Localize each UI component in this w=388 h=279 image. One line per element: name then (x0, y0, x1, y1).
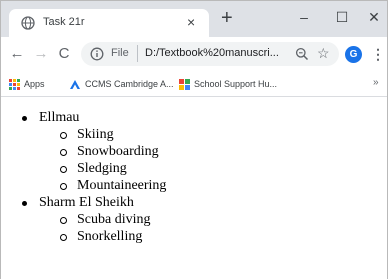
address-bar[interactable]: File D:/Textbook%20manuscri... ☆ (81, 42, 339, 66)
browser-tab[interactable]: Task 21r × (9, 9, 209, 37)
list-item-label: Ellmau (39, 110, 80, 125)
tab-strip: Task 21r × + – ☐ ✕ (1, 1, 387, 37)
zoom-icon[interactable] (295, 47, 309, 61)
bookmark-apps[interactable]: Apps (9, 77, 45, 91)
bookmarks-bar: Apps CCMS Cambridge A... School Support … (1, 71, 387, 97)
bookmark-school-support[interactable]: School Support Hu... (179, 77, 277, 91)
bookmark-label: CCMS Cambridge A... (85, 79, 174, 89)
school-support-icon (179, 79, 190, 91)
tab-title: Task 21r (43, 16, 85, 28)
nested-list-item: Skiing (60, 126, 166, 143)
profile-avatar[interactable]: G (345, 46, 362, 63)
back-arrow-icon[interactable]: ← (9, 46, 25, 62)
nested-list: Scuba diving Snorkelling (60, 211, 166, 245)
minimize-button[interactable]: – (291, 7, 317, 27)
nested-list-item: Snowboarding (60, 143, 166, 160)
maximize-button[interactable]: ☐ (329, 7, 355, 27)
menu-icon[interactable]: ⋮ (371, 45, 385, 63)
nested-list-item: Snorkelling (60, 228, 166, 245)
new-tab-button[interactable]: + (221, 8, 233, 28)
reload-icon[interactable]: C (56, 46, 72, 62)
scheme-label: File (111, 47, 129, 59)
browser-window: Task 21r × + – ☐ ✕ ← → C File D:/Textboo… (0, 0, 388, 279)
address-separator (137, 45, 138, 62)
info-icon[interactable] (90, 47, 104, 61)
forward-arrow-icon[interactable]: → (33, 46, 49, 62)
page-content: Ellmau Skiing Snowboarding Sledging Moun… (1, 98, 387, 279)
list-item: Sharm El Sheikh Scuba diving Snorkelling (21, 194, 166, 245)
bookmark-ccms[interactable]: CCMS Cambridge A... (69, 77, 174, 91)
nested-list-item: Mountaineering (60, 177, 166, 194)
bookmark-label: Apps (24, 79, 45, 89)
cambridge-logo-icon (70, 80, 80, 90)
bookmarks-overflow-icon[interactable]: » (373, 77, 379, 88)
destination-list: Ellmau Skiing Snowboarding Sledging Moun… (21, 109, 166, 245)
nested-list-item: Sledging (60, 160, 166, 177)
list-item: Ellmau Skiing Snowboarding Sledging Moun… (21, 109, 166, 194)
bookmark-star-icon[interactable]: ☆ (317, 45, 330, 61)
nested-list-item: Scuba diving (60, 211, 166, 228)
bookmark-label: School Support Hu... (194, 79, 278, 89)
apps-grid-icon (9, 79, 20, 91)
url-text[interactable]: D:/Textbook%20manuscri... (145, 47, 279, 59)
close-window-button[interactable]: ✕ (361, 7, 387, 27)
tab-close-icon[interactable]: × (187, 14, 195, 30)
globe-icon (21, 16, 35, 30)
list-item-label: Sharm El Sheikh (39, 195, 134, 210)
nested-list: Skiing Snowboarding Sledging Mountaineer… (60, 126, 166, 194)
browser-toolbar: ← → C File D:/Textbook%20manuscri... ☆ G… (1, 37, 387, 71)
